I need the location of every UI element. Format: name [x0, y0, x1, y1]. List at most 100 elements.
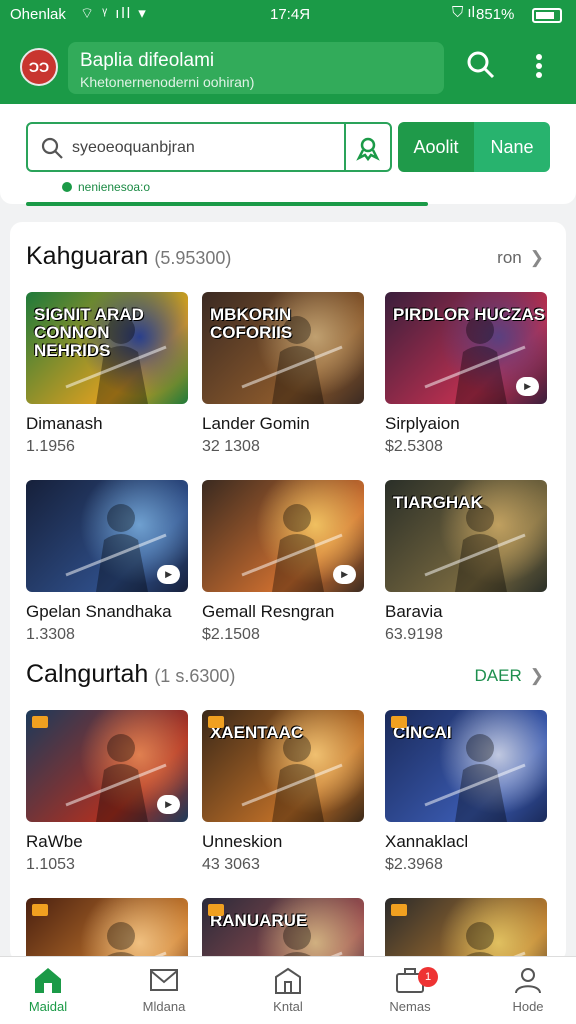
section-more-link[interactable]: ron ❯ [497, 248, 544, 268]
notification-badge: 1 [418, 967, 438, 987]
play-chip-icon[interactable]: ▶ [333, 565, 356, 584]
nav-item-building[interactable]: Kntal [240, 965, 336, 1014]
play-chip-icon[interactable]: ▶ [157, 795, 180, 814]
status-bar: Ohenlak ⌔ ᵞ ıll ▾ 17:4Я ⛉ ıl 851% [0, 0, 576, 30]
nav-item-briefcase[interactable]: 1 Nemas [362, 965, 458, 1014]
primary-button[interactable]: Aoolit [398, 122, 474, 172]
game-title: Dimanash [26, 414, 103, 433]
badge-filter-icon[interactable] [354, 134, 382, 167]
game-thumbnail[interactable]: CINCAI [385, 710, 547, 822]
rating-badge-icon [208, 904, 224, 916]
section-more-label: ron [497, 248, 522, 267]
game-tile[interactable]: ▶ Gemall Resngran $2.1508 [202, 480, 364, 644]
nav-label: Hode [512, 999, 544, 1014]
search-icon[interactable] [466, 50, 496, 87]
game-title: RaWbe [26, 832, 83, 851]
play-chip-icon[interactable]: ▶ [516, 377, 539, 396]
game-price: $2.1508 [202, 626, 260, 643]
nav-item-home[interactable]: Maidal [0, 965, 96, 1014]
game-tile[interactable]: ▶ Gpelan Snandhaka 1.3308 [26, 480, 188, 644]
section-count: (1 s.6300) [154, 666, 236, 686]
nav-label: Mldana [142, 999, 186, 1014]
rating-badge-icon [32, 716, 48, 728]
shield-signal-icon: ⛉ ıl [452, 4, 475, 21]
section-header: Kahguaran (5.95300) [26, 242, 231, 271]
section-title: Kahguaran [26, 242, 149, 270]
game-title: Xannaklacl [385, 832, 469, 851]
game-title: Lander Gomin [202, 414, 310, 433]
home-icon [35, 968, 61, 993]
game-tile[interactable]: CINCAI Xannaklacl $2.3968 [385, 710, 547, 874]
game-price: 32 1308 [202, 438, 260, 455]
game-art-label: TIARGHAK [393, 493, 483, 512]
nav-item-mail[interactable]: Mldana [116, 965, 212, 1014]
game-thumbnail[interactable]: XAENTAAC [202, 710, 364, 822]
progress-bar [26, 202, 428, 206]
game-price: 1.1053 [26, 856, 75, 873]
game-price: 1.3308 [26, 626, 75, 643]
game-tile[interactable]: SIGNIT ARAD CONNON NEHRIDS Dimanash 1.1956 [26, 292, 188, 456]
game-art-label: MBKORIN COFORIIS [210, 305, 293, 342]
search-box[interactable] [26, 122, 392, 172]
game-price: 63.9198 [385, 626, 443, 643]
game-title: Sirplyaion [385, 414, 460, 433]
section-more-label: DAER [474, 666, 522, 685]
search-card: Aoolit Nane nenienesoa:o [0, 104, 576, 204]
carrier-label: Ohenlak [10, 6, 66, 23]
section-more-link[interactable]: DAER ❯ [475, 666, 544, 686]
nav-item-profile[interactable]: Hode [480, 965, 576, 1014]
more-vert-icon[interactable] [530, 52, 548, 89]
rating-badge-icon [208, 716, 224, 728]
section-title: Calngurtah [26, 660, 149, 688]
app-subtitle: Khetonernenoderni oohiran) [80, 74, 255, 90]
avatar[interactable]: ƆƆ [20, 48, 58, 86]
nav-label: Nemas [389, 999, 431, 1014]
game-title: Unneskion [202, 832, 283, 851]
title-box[interactable]: Baplia difeolami Khetonernenoderni oohir… [68, 42, 444, 94]
game-tile[interactable]: ▶ RaWbe 1.1053 [26, 710, 188, 874]
game-thumbnail[interactable]: MBKORIN COFORIIS [202, 292, 364, 404]
search-status: nenienesoa:o [62, 180, 150, 194]
game-price: $2.5308 [385, 438, 443, 455]
game-thumbnail[interactable]: PIRDLOR HUCZAS ▶ [385, 292, 547, 404]
secondary-button[interactable]: Nane [474, 122, 550, 172]
game-title: Gemall Resngran [202, 602, 335, 621]
game-title: Gpelan Snandhaka [26, 602, 172, 621]
mail-icon [150, 969, 178, 991]
game-tile[interactable]: PIRDLOR HUCZAS ▶ Sirplyaion $2.5308 [385, 292, 547, 456]
rating-badge-icon [32, 904, 48, 916]
game-thumbnail[interactable]: ▶ [26, 710, 188, 822]
nav-label: Maidal [28, 999, 68, 1014]
game-tile[interactable]: XAENTAAC Unneskion 43 3063 [202, 710, 364, 874]
game-title: Baravia [385, 602, 443, 621]
rating-badge-icon [391, 904, 407, 916]
search-icon [40, 136, 64, 165]
wifi-signal-icon: ⌔ ᵞ ıll ▾ [80, 5, 148, 22]
game-thumbnail[interactable]: TIARGHAK [385, 480, 547, 592]
search-divider [344, 124, 346, 170]
status-dot-icon [62, 182, 72, 192]
game-tile[interactable]: TIARGHAK Baravia 63.9198 [385, 480, 547, 644]
game-art-label: XAENTAAC [210, 723, 304, 742]
game-price: 1.1956 [26, 438, 75, 455]
chevron-right-icon: ❯ [529, 666, 544, 685]
building-icon [275, 967, 301, 994]
rating-badge-icon [391, 716, 407, 728]
game-art-label: RANUARUE [210, 911, 308, 930]
app-title: Baplia difeolami [80, 50, 215, 71]
content-card: Kahguaran (5.95300) ron ❯ SIGNIT ARAD CONN… [10, 222, 566, 1010]
game-thumbnail[interactable]: SIGNIT ARAD CONNON NEHRIDS [26, 292, 188, 404]
bottom-nav: Maidal Mldana Kntal 1 Nemas Hode [0, 956, 576, 1024]
chevron-right-icon: ❯ [529, 248, 544, 267]
section-header: Calngurtah (1 s.6300) [26, 660, 235, 689]
nav-label: Kntal [273, 999, 303, 1014]
play-chip-icon[interactable]: ▶ [157, 565, 180, 584]
game-price: $2.3968 [385, 856, 443, 873]
battery-percent: 851% [476, 6, 515, 23]
game-thumbnail[interactable]: ▶ [202, 480, 364, 592]
game-thumbnail[interactable]: ▶ [26, 480, 188, 592]
game-tile[interactable]: MBKORIN COFORIIS Lander Gomin 32 1308 [202, 292, 364, 456]
search-input[interactable] [72, 136, 342, 160]
battery-icon [532, 8, 562, 23]
section-count: (5.95300) [154, 248, 232, 268]
